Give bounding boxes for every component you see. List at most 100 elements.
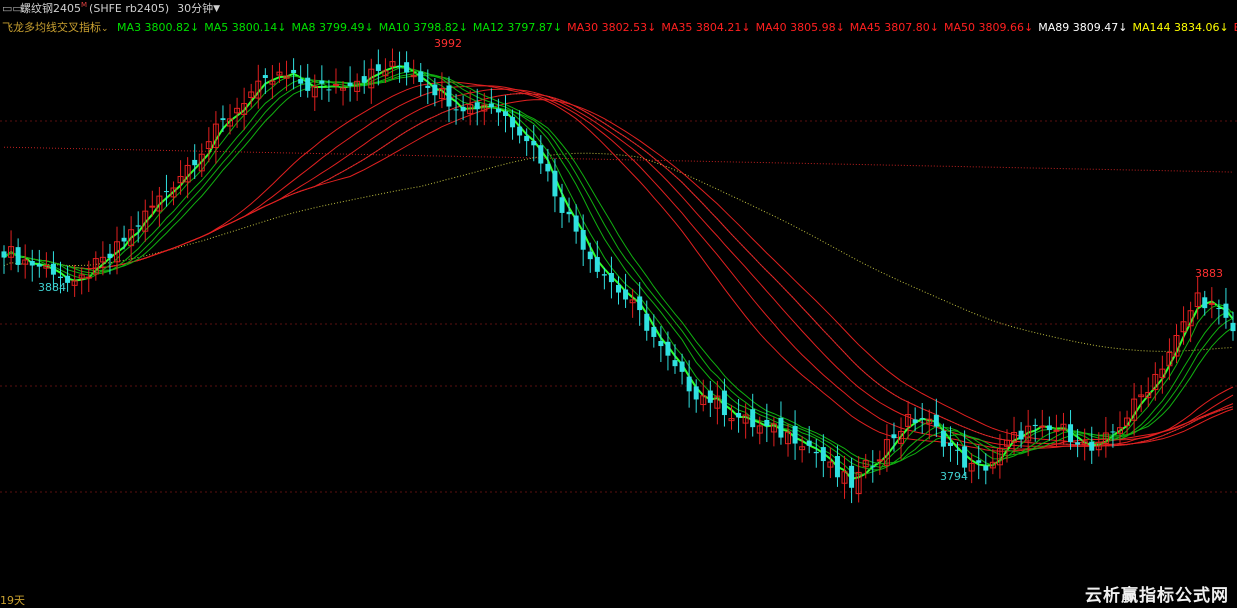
candle-body [163,191,169,193]
candle-body [820,447,826,462]
candle-body [107,253,113,259]
price-label-3794: 3794 [940,470,968,483]
indicator-name[interactable]: 飞龙多均线交叉指标 [2,21,101,34]
candle-body [778,417,784,438]
candle-body [1089,441,1095,451]
candle-body [488,103,494,108]
candle-body [559,197,565,213]
symbol-badge: M [81,1,88,9]
candle-body [332,84,339,87]
candle-body [298,79,304,84]
candle-body [29,261,35,266]
ma-value-7: MA40 3805.98↓ [755,21,845,34]
candle-body [502,111,508,116]
ma50-line [3,99,1234,445]
candle-body [1110,431,1116,433]
chevron-down-icon[interactable]: ▼ [213,4,220,14]
candle-body [616,284,621,293]
price-chart[interactable]: 3992 3884 3794 3883 [0,37,1237,587]
candle-body [262,75,268,78]
candle-body [291,69,297,74]
chart-toggle-icon[interactable]: ▭▭ [2,0,23,18]
candle-body [538,145,544,164]
ma30-line [3,81,1234,452]
candle-body [446,85,452,107]
candle-body [149,205,156,208]
candle-body [375,64,381,71]
candle-body [637,296,643,311]
ma8-line [3,70,1234,471]
ma3-line [3,65,1234,481]
symbol-name[interactable]: 螺纹钢2405 [20,2,81,15]
indicator-dropdown-icon[interactable]: ⌄ [101,24,109,34]
candle-body [623,289,629,300]
candle-body [608,272,614,283]
candle-body [672,360,678,367]
candle-body [361,76,367,83]
ma12-line [3,75,1234,465]
candle-body [721,390,727,416]
candle-body [15,247,21,265]
candle-body [933,414,939,427]
ma-value-9: MA50 3809.66↓ [944,21,1034,34]
ma40-line [3,88,1234,448]
candle-body [1039,425,1046,428]
ma5-line [3,67,1234,475]
candle-body [693,386,699,400]
candle-body [326,89,332,91]
ma-value-11: MA144 3834.06↓ [1132,21,1229,34]
candle-body [891,434,897,439]
candle-body [1223,303,1229,318]
candle-body [707,390,713,403]
candle-body [50,263,56,275]
ma-value-3: MA10 3798.82↓ [378,21,468,34]
candle-body [665,341,671,356]
candle-body [418,71,424,83]
ma-value-8: MA45 3807.80↓ [849,21,940,34]
candle-body [58,276,64,278]
candle-body [940,430,946,447]
candle-body [397,66,403,68]
ma-value-5: MA30 3802.53↓ [567,21,657,34]
candle-body [651,326,657,337]
price-label-3992: 3992 [434,37,462,50]
indicator-bar: 飞龙多均线交叉指标⌄ MA3 3800.82↓ MA5 3800.14↓ MA8 3… [0,19,1237,37]
candle-body [849,465,855,488]
candle-body [594,257,600,272]
candle-body [192,159,198,166]
symbol-code: (SHFE rb2405) [89,2,170,15]
candle-body [1202,297,1208,309]
candle-body [1216,308,1222,310]
candle-body [947,442,953,447]
candle-body [347,82,353,87]
candle-body [545,163,551,172]
candle-body [1230,322,1236,332]
candle-body [1,251,7,258]
candle-body [962,446,968,468]
price-label-3883: 3883 [1195,267,1223,280]
candle-body [750,409,756,428]
candle-body [517,126,523,136]
candle-body [85,276,92,279]
candle-body [976,460,982,463]
candle-body [658,341,664,347]
candle-body [983,465,989,471]
candle-body [580,229,586,250]
candle-body [460,106,466,112]
ma35-line [3,85,1234,450]
candle-body [305,77,311,91]
ma-value-6: MA35 3804.21↓ [661,21,751,34]
ma-value-2: MA8 3799.49↓ [291,21,374,34]
candle-body [679,361,685,372]
candle-body [587,251,593,260]
period-selector[interactable]: 30分钟 [177,2,213,15]
candle-body [552,170,558,197]
candle-body [1068,424,1074,443]
candle-body [453,109,459,111]
candle-body [531,140,537,146]
title-bar: ▭▭螺纹钢2405M (SHFE rb2405) 30分钟▼ [0,0,1237,18]
period-count-label: 19天 [0,594,25,607]
ma-value-4: MA12 3797.87↓ [472,21,563,34]
candle-body [220,118,226,121]
candle-body [764,419,770,426]
